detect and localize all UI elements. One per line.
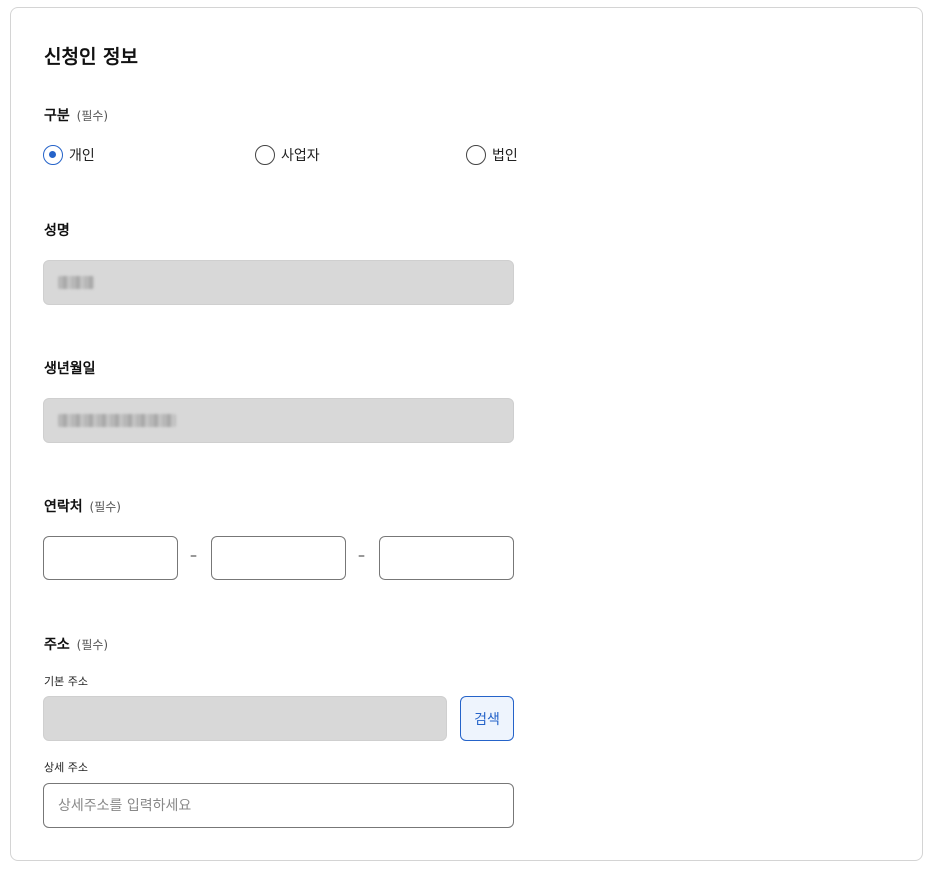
contact-label-row: 연락처 (필수) <box>44 496 121 516</box>
type-radio-group: 개인 사업자 법인 <box>43 145 643 167</box>
applicant-info-card: 신청인 정보 구분 (필수) 개인 사업자 법인 성명 생년월일 연락처 (필수… <box>10 7 923 861</box>
radio-individual-circle[interactable] <box>43 145 63 165</box>
radio-corporation[interactable]: 법인 <box>466 145 518 165</box>
name-field <box>43 260 514 305</box>
type-label: 구분 <box>44 108 70 124</box>
detail-address-input[interactable] <box>43 783 514 828</box>
address-label-row: 주소 (필수) <box>44 634 108 654</box>
address-label: 주소 <box>44 637 70 653</box>
birth-redacted-value <box>58 414 176 427</box>
phone-part1-input[interactable] <box>43 536 178 580</box>
radio-business-label[interactable]: 사업자 <box>281 145 320 165</box>
contact-required: (필수) <box>89 500 121 514</box>
address-required: (필수) <box>76 638 109 652</box>
address-search-button[interactable]: 검색 <box>460 696 514 741</box>
radio-individual[interactable]: 개인 <box>43 145 95 165</box>
phone-separator-1: – <box>190 548 197 564</box>
radio-individual-label[interactable]: 개인 <box>69 145 95 165</box>
name-redacted-value <box>58 276 94 289</box>
type-label-row: 구분 (필수) <box>44 105 108 125</box>
basic-address-field <box>43 696 447 741</box>
radio-corporation-circle[interactable] <box>466 145 486 165</box>
phone-part3-input[interactable] <box>379 536 514 580</box>
basic-address-label: 기본 주소 <box>44 675 88 688</box>
name-label: 성명 <box>44 223 70 239</box>
radio-corporation-label[interactable]: 법인 <box>492 145 518 165</box>
section-title: 신청인 정보 <box>44 46 139 68</box>
birth-field <box>43 398 514 443</box>
contact-label: 연락처 <box>44 499 83 515</box>
birth-label: 생년월일 <box>44 361 96 377</box>
phone-separator-2: – <box>358 548 365 564</box>
type-required: (필수) <box>76 109 109 123</box>
phone-part2-input[interactable] <box>211 536 346 580</box>
detail-address-label: 상세 주소 <box>44 761 88 774</box>
radio-business-circle[interactable] <box>255 145 275 165</box>
radio-business[interactable]: 사업자 <box>255 145 320 165</box>
